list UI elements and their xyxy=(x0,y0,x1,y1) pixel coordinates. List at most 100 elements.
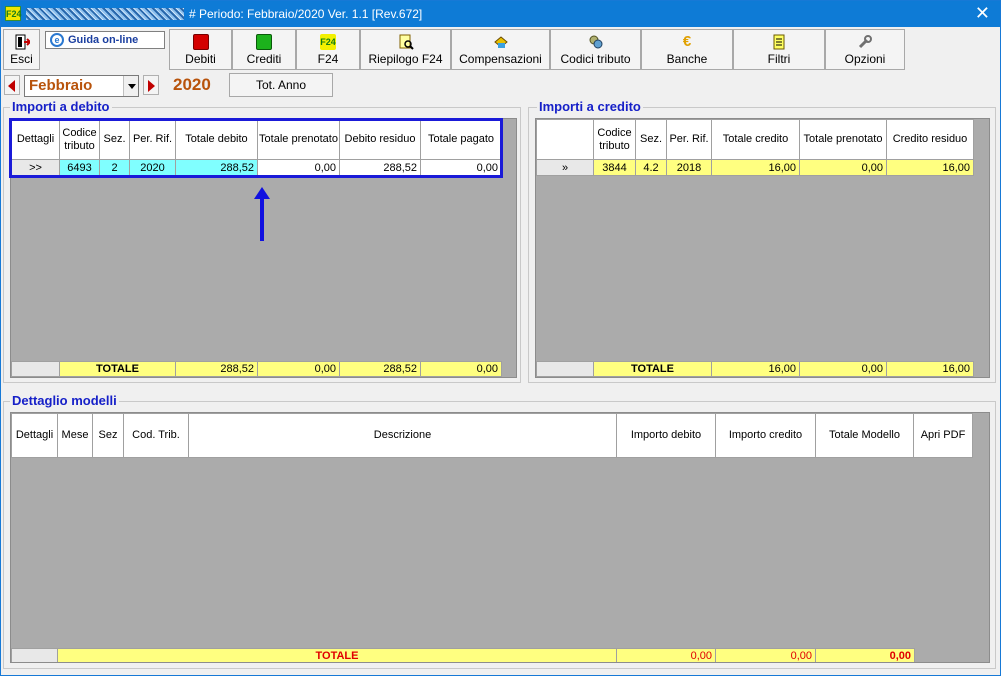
total-prenotato: 0,00 xyxy=(799,361,887,377)
credito-table: Codice tributo Sez. Per. Rif. Totale cre… xyxy=(536,119,974,176)
modelli-header-row: Dettagli Mese Sez Cod. Trib. Descrizione… xyxy=(11,413,973,458)
ie-icon: e xyxy=(50,33,64,47)
total-spacer xyxy=(536,361,594,377)
riepilogo-label: Riepilogo F24 xyxy=(368,52,443,66)
total-prenotato: 0,00 xyxy=(257,361,340,377)
red-debit-icon xyxy=(192,34,209,50)
col-header[interactable] xyxy=(536,119,594,160)
esci-label: Esci xyxy=(10,52,33,66)
window-title: # Periodo: Febbraio/2020 Ver. 1.1 [Rev.6… xyxy=(189,7,423,21)
main-window: F24 # Periodo: Febbraio/2020 Ver. 1.1 [R… xyxy=(0,0,1001,676)
tot-anno-button[interactable]: Tot. Anno xyxy=(229,73,333,97)
prev-month-arrow-icon[interactable] xyxy=(4,75,20,95)
coins-icon xyxy=(589,35,602,49)
modelli-grid: Dettagli Mese Sez Cod. Trib. Descrizione… xyxy=(10,412,990,663)
modelli-table: Dettagli Mese Sez Cod. Trib. Descrizione… xyxy=(11,413,973,458)
total-residuo: 288,52 xyxy=(339,361,421,377)
euro-icon: € xyxy=(682,33,692,50)
col-header[interactable]: Credito residuo xyxy=(886,119,974,160)
total-debito: 288,52 xyxy=(175,361,258,377)
debiti-button[interactable]: Debiti xyxy=(169,29,232,70)
filter-list-icon xyxy=(773,34,785,50)
credito-group-title: Importi a credito xyxy=(537,99,643,114)
total-label: TOTALE xyxy=(59,361,176,377)
total-modello: 0,00 xyxy=(815,648,915,662)
riepilogo-f24-button[interactable]: Riepilogo F24 xyxy=(360,29,451,70)
debiti-label: Debiti xyxy=(185,52,216,66)
col-header[interactable]: Mese xyxy=(57,413,93,458)
exit-door-icon xyxy=(15,34,30,50)
title-bar: F24 # Periodo: Febbraio/2020 Ver. 1.1 [R… xyxy=(1,1,1000,27)
guida-label: Guida on-line xyxy=(68,34,139,46)
col-header[interactable]: Sez. xyxy=(635,119,667,160)
col-header[interactable]: Cod. Trib. xyxy=(123,413,189,458)
col-header[interactable]: Sez xyxy=(92,413,124,458)
wrench-icon xyxy=(858,35,872,49)
total-importo-credito: 0,00 xyxy=(715,648,816,662)
compensation-icon xyxy=(493,36,508,48)
next-month-arrow-icon[interactable] xyxy=(143,75,159,95)
col-header[interactable]: Importo debito xyxy=(616,413,716,458)
cell-sez[interactable]: 4.2 xyxy=(635,159,667,176)
details-button[interactable]: » xyxy=(536,159,594,176)
banche-button[interactable]: € Banche xyxy=(641,29,733,70)
total-pagato: 0,00 xyxy=(420,361,502,377)
cell-credito-residuo[interactable]: 16,00 xyxy=(886,159,974,176)
col-header[interactable]: Codice tributo xyxy=(593,119,636,160)
total-residuo: 16,00 xyxy=(886,361,974,377)
col-header[interactable]: Totale Modello xyxy=(815,413,914,458)
period-nav: Febbraio 2020 Tot. Anno xyxy=(1,72,1000,98)
f24-icon: F24 xyxy=(320,34,336,50)
col-header[interactable]: Descrizione xyxy=(188,413,617,458)
total-spacer xyxy=(11,361,60,377)
total-importo-debito: 0,00 xyxy=(616,648,716,662)
total-spacer xyxy=(11,648,58,662)
col-header[interactable]: Totale credito xyxy=(711,119,800,160)
opzioni-label: Opzioni xyxy=(844,52,886,66)
credito-total-row: TOTALE 16,00 0,00 16,00 xyxy=(536,361,989,377)
month-select[interactable]: Febbraio xyxy=(24,75,139,97)
filtri-button[interactable]: Filtri xyxy=(733,29,825,70)
f24-app-icon: F24 xyxy=(5,6,22,21)
col-header[interactable]: Apri PDF xyxy=(913,413,973,458)
f24-button[interactable]: F24 F24 xyxy=(296,29,360,70)
guida-online-button[interactable]: e Guida on-line xyxy=(45,31,165,49)
toolbar: Esci e Guida on-line Debiti Crediti F24 … xyxy=(1,27,1000,71)
close-icon[interactable]: ✕ xyxy=(975,3,990,23)
crediti-button[interactable]: Crediti xyxy=(232,29,296,70)
year-label: 2020 xyxy=(173,75,211,94)
cell-per-rif[interactable]: 2018 xyxy=(666,159,712,176)
cell-totale-prenotato[interactable]: 0,00 xyxy=(799,159,887,176)
col-header[interactable]: Totale prenotato xyxy=(799,119,887,160)
f24-label: F24 xyxy=(317,52,339,66)
banche-label: Banche xyxy=(666,52,708,66)
modelli-group-title: Dettaglio modelli xyxy=(10,393,119,408)
codici-label: Codici tributo xyxy=(560,52,631,66)
compensazioni-label: Compensazioni xyxy=(459,52,542,66)
col-header[interactable]: Dettagli xyxy=(11,413,58,458)
cell-codice[interactable]: 3844 xyxy=(593,159,636,176)
chevron-down-icon[interactable] xyxy=(123,76,138,96)
col-header[interactable]: Per. Rif. xyxy=(666,119,712,160)
table-row[interactable]: » 3844 4.2 2018 16,00 0,00 16,00 xyxy=(536,159,974,176)
filtri-label: Filtri xyxy=(767,52,791,66)
credito-grid: Codice tributo Sez. Per. Rif. Totale cre… xyxy=(535,118,990,378)
pointer-arrow-icon xyxy=(254,187,270,241)
modelli-total-row: TOTALE 0,00 0,00 0,00 xyxy=(11,648,989,662)
redacted-title-segment xyxy=(26,8,184,20)
total-credito: 16,00 xyxy=(711,361,800,377)
esci-button[interactable]: Esci xyxy=(3,29,40,70)
col-header[interactable]: Importo credito xyxy=(715,413,816,458)
green-credit-icon xyxy=(256,34,272,50)
crediti-label: Crediti xyxy=(246,52,282,66)
debito-group-title: Importi a debito xyxy=(10,99,112,114)
credito-header-row: Codice tributo Sez. Per. Rif. Totale cre… xyxy=(536,119,974,160)
compensazioni-button[interactable]: Compensazioni xyxy=(451,29,550,70)
opzioni-button[interactable]: Opzioni xyxy=(825,29,905,70)
codici-tributo-button[interactable]: Codici tributo xyxy=(550,29,641,70)
cell-totale-credito[interactable]: 16,00 xyxy=(711,159,800,176)
month-value: Febbraio xyxy=(29,77,93,94)
debito-total-row: TOTALE 288,52 0,00 288,52 0,00 xyxy=(11,361,516,377)
total-label: TOTALE xyxy=(57,648,617,662)
document-magnifier-icon xyxy=(399,34,414,50)
